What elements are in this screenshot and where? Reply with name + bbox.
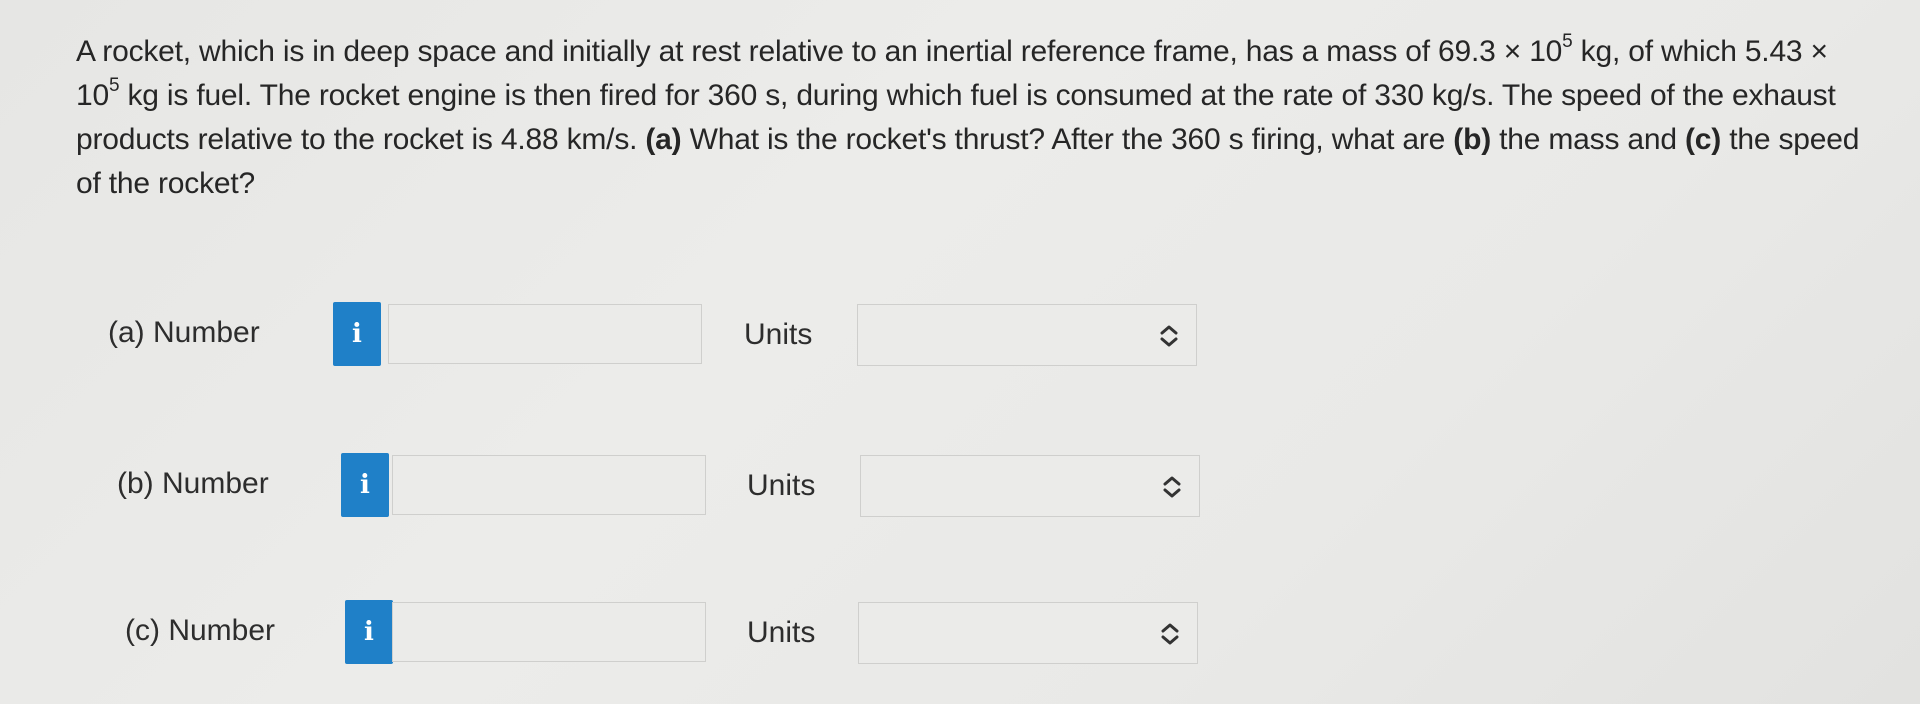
exponent: 5: [108, 75, 120, 96]
question-part: A rocket, which is in deep space and ini…: [76, 35, 1563, 68]
info-icon[interactable]: i: [333, 302, 381, 366]
part-a-tag: (a): [645, 123, 682, 156]
chevron-updown-icon: [1161, 623, 1179, 645]
info-glyph: i: [360, 470, 370, 500]
units-label-b: Units: [747, 469, 816, 502]
answer-label-c: (c) Number: [125, 614, 276, 647]
answer-label-b: (b) Number: [117, 467, 269, 500]
info-icon[interactable]: i: [341, 453, 389, 517]
units-select-c[interactable]: [858, 602, 1198, 664]
question-part: the mass and: [1491, 123, 1685, 156]
exponent: 5: [1562, 31, 1573, 52]
answer-row-a: (a) Number i Units: [0, 302, 1920, 370]
part-b-tag: (b): [1453, 123, 1492, 156]
chevron-updown-icon: [1160, 325, 1178, 347]
question-part: What is the rocket's thrust? After the 3…: [681, 123, 1454, 156]
answer-label-a: (a) Number: [108, 316, 260, 349]
info-glyph: i: [364, 617, 374, 647]
question-text: A rocket, which is in deep space and ini…: [76, 30, 1876, 206]
number-input-b[interactable]: [392, 455, 706, 515]
units-select-a[interactable]: [857, 304, 1197, 366]
answer-row-b: (b) Number i Units: [0, 453, 1920, 521]
chevron-updown-icon: [1163, 476, 1181, 498]
answer-row-c: (c) Number i Units: [0, 600, 1920, 668]
info-icon[interactable]: i: [345, 600, 393, 664]
number-input-c[interactable]: [392, 602, 706, 662]
info-glyph: i: [352, 319, 362, 349]
units-select-b[interactable]: [860, 455, 1200, 517]
units-label-a: Units: [744, 318, 813, 351]
part-c-tag: (c): [1685, 123, 1722, 156]
number-input-a[interactable]: [388, 304, 702, 364]
units-label-c: Units: [747, 616, 816, 649]
